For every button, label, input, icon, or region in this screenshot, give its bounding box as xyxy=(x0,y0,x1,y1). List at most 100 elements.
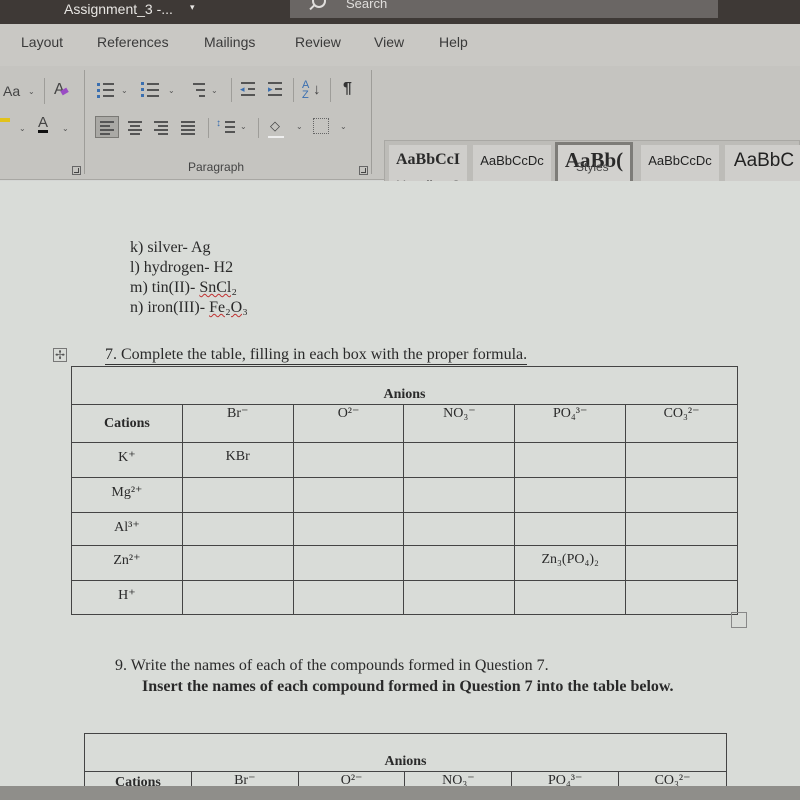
list-item: n) iron(III)- Fe₂O₃ xyxy=(130,299,248,316)
font-color-button[interactable]: A xyxy=(38,115,49,133)
anion-cell: Br⁻ xyxy=(181,404,294,443)
formula-cell[interactable] xyxy=(181,545,294,581)
formula-cell[interactable] xyxy=(181,580,294,615)
misspelled-formula: SnCl₂ xyxy=(199,279,237,296)
formula-cell[interactable] xyxy=(625,545,738,581)
formula-table: Anions Cations Br⁻ O²⁻ NO₃⁻ PO₄³⁻ CO₃²⁻ … xyxy=(71,366,738,615)
table-row: K⁺ KBr xyxy=(71,442,738,478)
formula-cell[interactable] xyxy=(403,580,516,615)
formula-cell[interactable] xyxy=(292,580,405,615)
tab-references[interactable]: References xyxy=(97,34,169,50)
divider xyxy=(208,118,209,138)
chevron-down-icon[interactable]: ⌄ xyxy=(168,86,175,95)
cation-cell: K⁺ xyxy=(71,442,183,478)
chevron-down-icon[interactable]: ⌄ xyxy=(211,86,218,95)
formula-cell[interactable] xyxy=(181,477,294,513)
document-page[interactable]: k) silver- Ag l) hydrogen- H2 m) tin(II)… xyxy=(0,181,800,794)
font-dialog-launcher[interactable] xyxy=(72,166,81,175)
paint-bucket-icon: ◇ xyxy=(270,118,280,133)
anion-cell: PO₄³⁻ xyxy=(514,404,627,443)
chevron-down-icon[interactable]: ⌄ xyxy=(296,122,303,131)
align-right-button[interactable] xyxy=(150,116,174,138)
formula-cell[interactable] xyxy=(514,442,627,478)
anion-cell: O²⁻ xyxy=(292,404,405,443)
question-9: 9. Write the names of each of the compou… xyxy=(115,657,549,674)
chevron-down-icon[interactable]: ⌄ xyxy=(28,87,35,96)
styles-group-label: Styles xyxy=(576,160,609,174)
tab-view[interactable]: View xyxy=(374,34,404,50)
anions-header: Anions xyxy=(84,733,727,772)
formula-cell[interactable] xyxy=(403,512,516,546)
chevron-down-icon[interactable]: ⌄ xyxy=(19,124,26,133)
anion-cell: NO₃⁻ xyxy=(403,404,516,443)
formula-cell[interactable] xyxy=(514,477,627,513)
cations-header: Cations xyxy=(71,404,183,443)
tab-layout[interactable]: Layout xyxy=(21,34,63,50)
cation-cell: Mg²⁺ xyxy=(71,477,183,513)
formula-cell[interactable] xyxy=(292,442,405,478)
ribbon-tabs: Layout References Mailings Review View H… xyxy=(0,24,800,66)
chevron-down-icon[interactable]: ⌄ xyxy=(121,86,128,95)
formula-cell[interactable]: KBr xyxy=(181,442,294,478)
sort-arrow-icon[interactable]: ↓ xyxy=(313,81,321,98)
table-move-handle-icon[interactable]: ✢ xyxy=(53,348,67,362)
list-item: m) tin(II)- SnCl₂ xyxy=(130,279,237,296)
formula-cell[interactable] xyxy=(292,477,405,513)
divider xyxy=(84,70,85,174)
formula-cell[interactable] xyxy=(181,512,294,546)
table-row: Zn²⁺ Zn₃(PO₄)₂ xyxy=(71,545,738,581)
formula-cell[interactable] xyxy=(403,442,516,478)
tab-help[interactable]: Help xyxy=(439,34,468,50)
cation-cell: H⁺ xyxy=(71,580,183,615)
change-case-button[interactable]: Aa xyxy=(3,83,20,99)
divider xyxy=(293,78,294,102)
table-row: H⁺ xyxy=(71,580,738,615)
title-dropdown-icon[interactable]: ▾ xyxy=(190,2,195,13)
misspelled-formula: Fe₂O₃ xyxy=(209,299,248,316)
formula-cell[interactable] xyxy=(625,580,738,615)
divider xyxy=(231,78,232,102)
align-center-button[interactable] xyxy=(124,116,148,138)
chevron-down-icon[interactable]: ⌄ xyxy=(62,124,69,133)
paragraph-dialog-launcher[interactable] xyxy=(359,166,368,175)
search-label: Search xyxy=(346,0,388,11)
show-formatting-button[interactable]: ¶ xyxy=(343,80,352,98)
tab-review[interactable]: Review xyxy=(295,34,341,50)
highlight-color-icon[interactable] xyxy=(0,118,10,122)
cation-cell: Al³⁺ xyxy=(71,512,183,546)
title-bar: Assignment_3 -... ▾ Search xyxy=(0,0,800,24)
formula-cell[interactable] xyxy=(625,442,738,478)
question-9-instruction: Insert the names of each compound formed… xyxy=(142,678,674,695)
formula-cell[interactable] xyxy=(514,512,627,546)
formula-cell[interactable] xyxy=(514,580,627,615)
chevron-down-icon[interactable]: ⌄ xyxy=(240,122,247,131)
divider xyxy=(258,118,259,138)
sort-icon[interactable]: AZ xyxy=(302,80,312,101)
borders-icon xyxy=(313,118,329,134)
formula-cell[interactable] xyxy=(292,512,405,546)
align-left-button[interactable] xyxy=(95,116,119,138)
anions-header: Anions xyxy=(71,366,738,405)
tab-mailings[interactable]: Mailings xyxy=(204,34,255,50)
divider xyxy=(330,78,331,102)
formula-cell[interactable] xyxy=(403,477,516,513)
table-resize-handle[interactable] xyxy=(731,612,747,628)
list-item: k) silver- Ag xyxy=(130,239,211,256)
document-title[interactable]: Assignment_3 -... xyxy=(64,0,173,18)
formula-cell[interactable] xyxy=(292,545,405,581)
divider xyxy=(44,78,45,104)
ribbon: Aa ⌄ A ⌄ A ⌄ ⌄ ⌄ ⌄ ◂ ▸ AZ ↓ ¶ ↕ ⌄ ◇ ⌄ ⌄ … xyxy=(0,66,800,210)
formula-cell[interactable] xyxy=(625,477,738,513)
divider xyxy=(371,70,372,174)
justify-button[interactable] xyxy=(177,116,201,138)
names-table: Anions Cations Br⁻ O²⁻ NO₃⁻ PO₄³⁻ CO₃²⁻ xyxy=(84,733,727,794)
clear-formatting-icon[interactable]: A xyxy=(54,81,69,99)
search-box[interactable]: Search xyxy=(290,0,718,18)
question-7: 7. Complete the table, filling in each b… xyxy=(105,346,528,365)
formula-cell[interactable]: Zn₃(PO₄)₂ xyxy=(514,545,627,581)
formula-cell[interactable] xyxy=(403,545,516,581)
cation-cell: Zn²⁺ xyxy=(71,545,183,581)
formula-cell[interactable] xyxy=(625,512,738,546)
table-row: Al³⁺ xyxy=(71,512,738,546)
chevron-down-icon[interactable]: ⌄ xyxy=(340,122,347,131)
